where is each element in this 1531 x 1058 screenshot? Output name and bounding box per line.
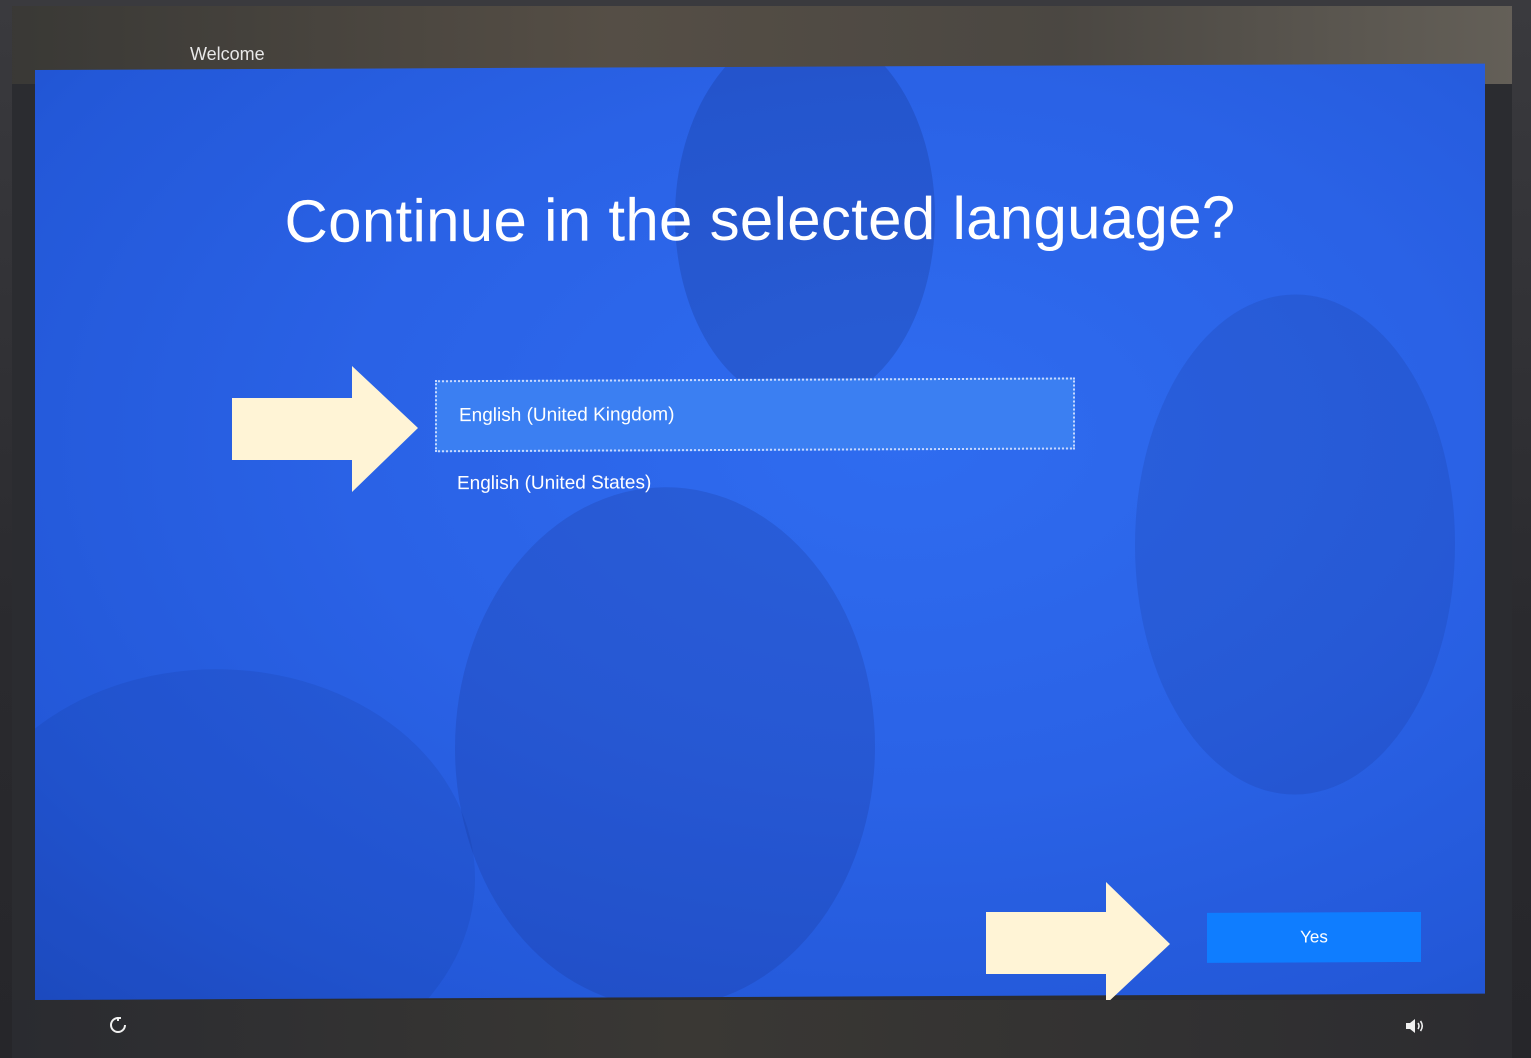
yes-button[interactable]: Yes xyxy=(1207,911,1421,963)
arrow-shape xyxy=(986,882,1170,1004)
ease-of-access-icon[interactable] xyxy=(108,1015,128,1040)
setup-panel: Continue in the selected language? Engli… xyxy=(35,63,1485,1000)
language-option-english-uk[interactable]: English (United Kingdom) xyxy=(435,377,1075,453)
tab-welcome: Welcome xyxy=(190,44,265,64)
page-title: Continue in the selected language? xyxy=(284,183,1236,255)
reflection-shape xyxy=(35,668,475,1000)
monitor-photo: Welcome Continue in the selected languag… xyxy=(0,0,1531,1058)
arrow-to-yes-button-icon xyxy=(986,882,1170,1004)
language-option-english-us[interactable]: English (United States) xyxy=(435,449,1075,516)
arrow-shape xyxy=(232,366,418,492)
volume-icon[interactable] xyxy=(1404,1016,1426,1041)
bottom-bar xyxy=(12,1000,1512,1058)
arrow-to-english-uk-icon xyxy=(232,366,418,492)
reflection-shape xyxy=(455,486,875,1000)
reflection-shape xyxy=(1135,293,1455,796)
language-list: English (United Kingdom) English (United… xyxy=(435,377,1075,516)
